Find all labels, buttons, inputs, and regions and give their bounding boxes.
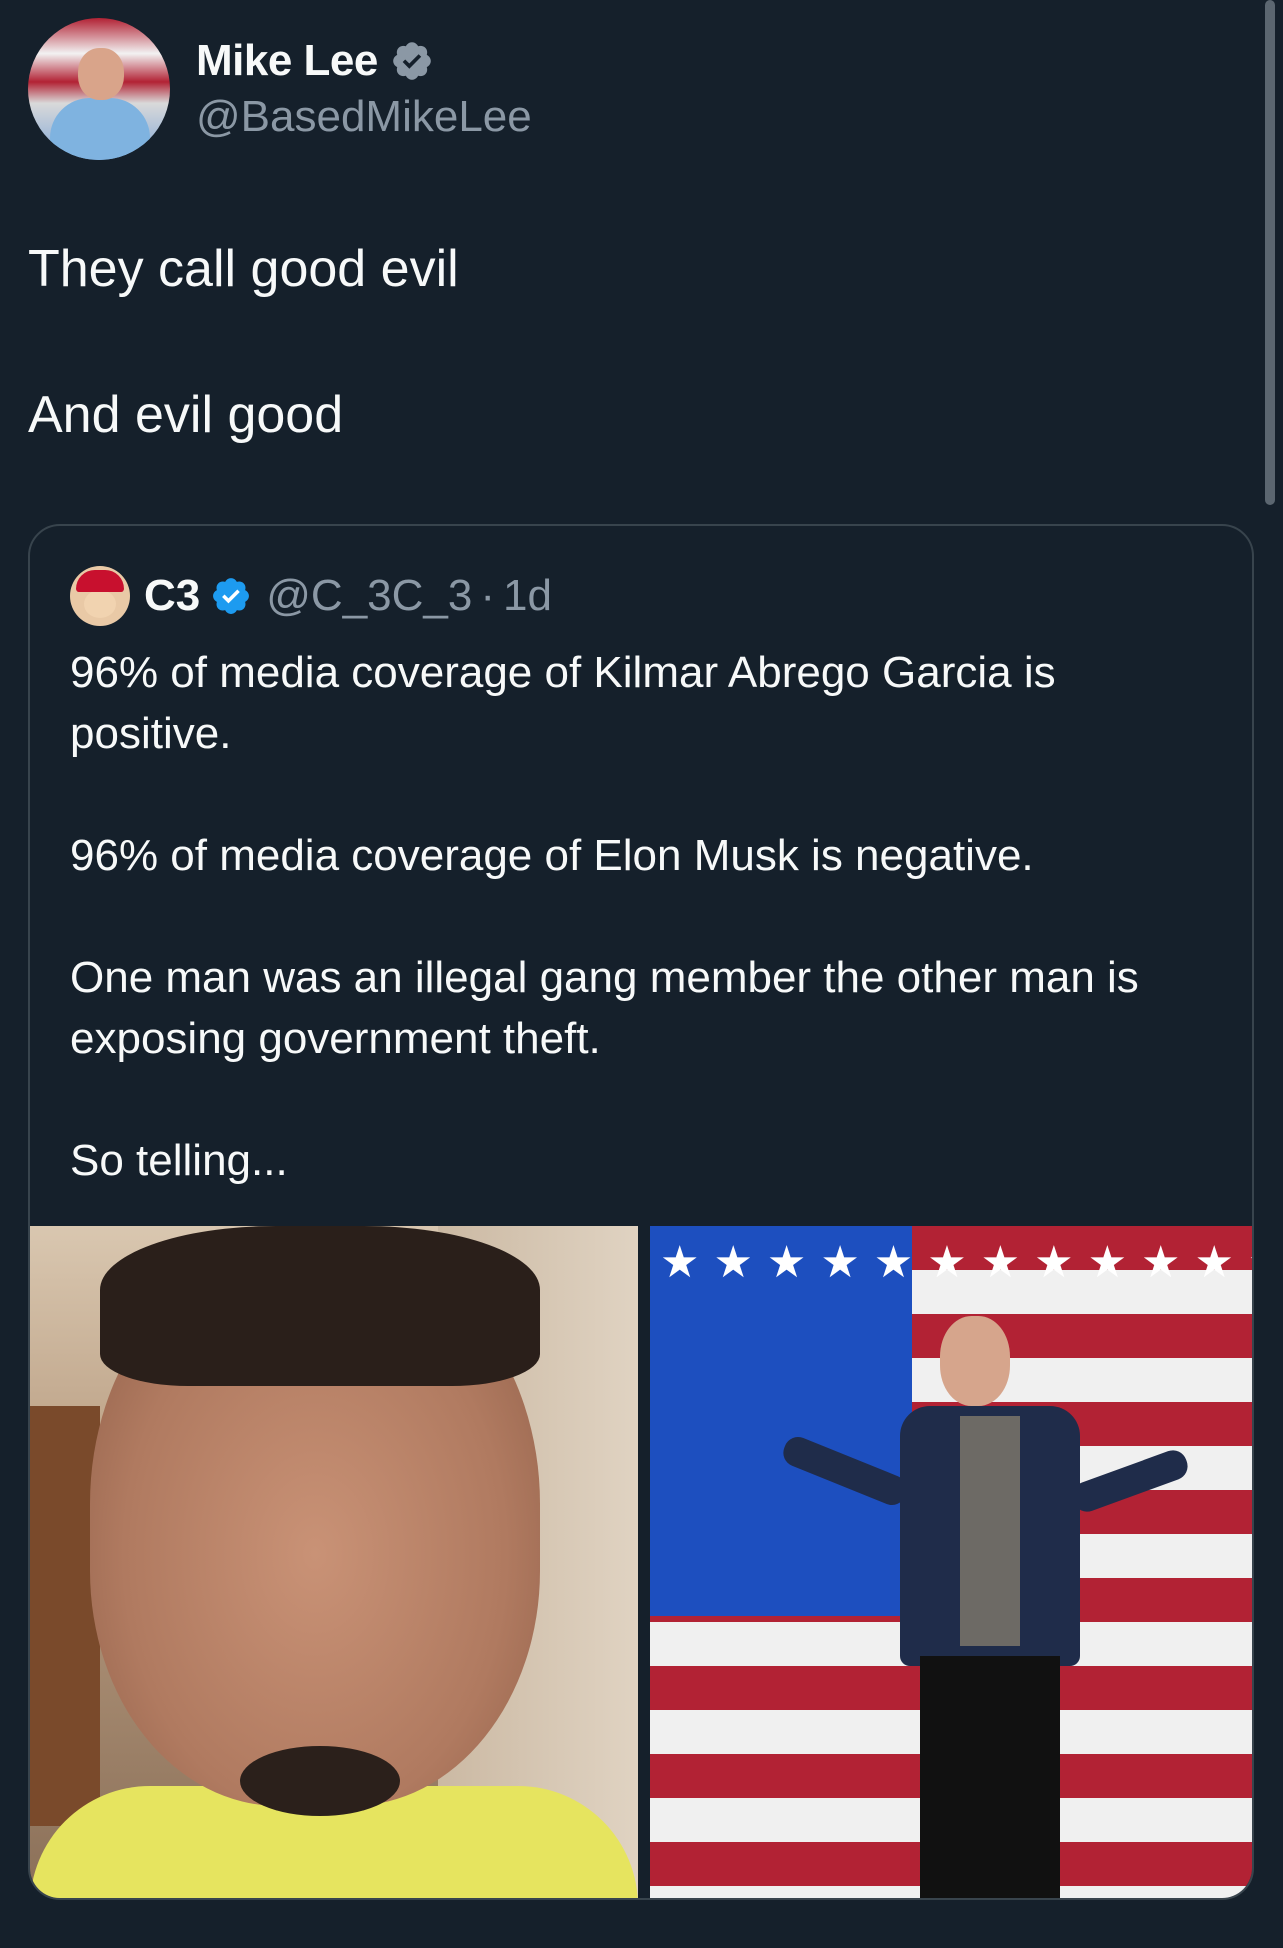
author-handle[interactable]: @BasedMikeLee [196,92,532,142]
quoted-paragraph-2: 96% of media coverage of Elon Musk is ne… [70,831,1034,880]
person-pants [920,1656,1060,1898]
quoted-text: 96% of media coverage of Kilmar Abrego G… [70,642,1220,1191]
quoted-timestamp[interactable]: 1d [503,571,552,621]
quoted-paragraph-1: 96% of media coverage of Kilmar Abrego G… [70,648,1056,758]
quoted-display-name[interactable]: C3 [144,571,200,621]
quoted-header: C3 @C_3C_3 · 1d [70,566,552,626]
scrollbar[interactable] [1265,0,1275,505]
tweet-line-1: They call good evil [28,240,459,298]
quoted-avatar-hat [76,570,124,592]
person-head [940,1316,1010,1406]
courtroom-bench [30,1406,100,1826]
quoted-paragraph-4: So telling... [70,1136,288,1185]
author-names: Mike Lee @BasedMikeLee [196,36,532,142]
quoted-avatar-face [84,590,116,618]
media-image-left[interactable] [30,1226,638,1898]
quoted-separator: · [480,571,496,620]
portrait-hair [100,1226,540,1386]
person-tshirt [960,1416,1020,1646]
standing-person [779,1316,1192,1898]
media-image-right[interactable]: ★★★★★★★★★★★★★★★★★★★★★★★★ [650,1226,1252,1898]
verified-badge-icon [213,578,250,614]
avatar-head [78,48,124,100]
quoted-media: ★★★★★★★★★★★★★★★★★★★★★★★★ [30,1226,1252,1898]
quoted-avatar[interactable] [70,566,130,626]
flag-canton: ★★★★★★★★★★★★★★★★★★★★★★★★ [650,1226,1252,1616]
quoted-paragraph-3: One man was an illegal gang member the o… [70,953,1139,1063]
quoted-handle[interactable]: @C_3C_3 [266,571,472,621]
author-name-row: Mike Lee [196,36,532,86]
tweet-text: They call good evil And evil good [28,238,459,446]
avatar-shirt [50,98,150,160]
author-avatar[interactable] [28,18,170,160]
tweet-header: Mike Lee @BasedMikeLee [28,18,532,160]
tweet-line-2: And evil good [28,386,344,444]
quoted-tweet-card[interactable]: C3 @C_3C_3 · 1d 96% of media coverage of… [28,524,1254,1900]
portrait-beard [240,1746,400,1816]
person-right-arm [1068,1446,1192,1516]
author-display-name[interactable]: Mike Lee [196,36,378,86]
verified-badge-icon [393,42,431,80]
